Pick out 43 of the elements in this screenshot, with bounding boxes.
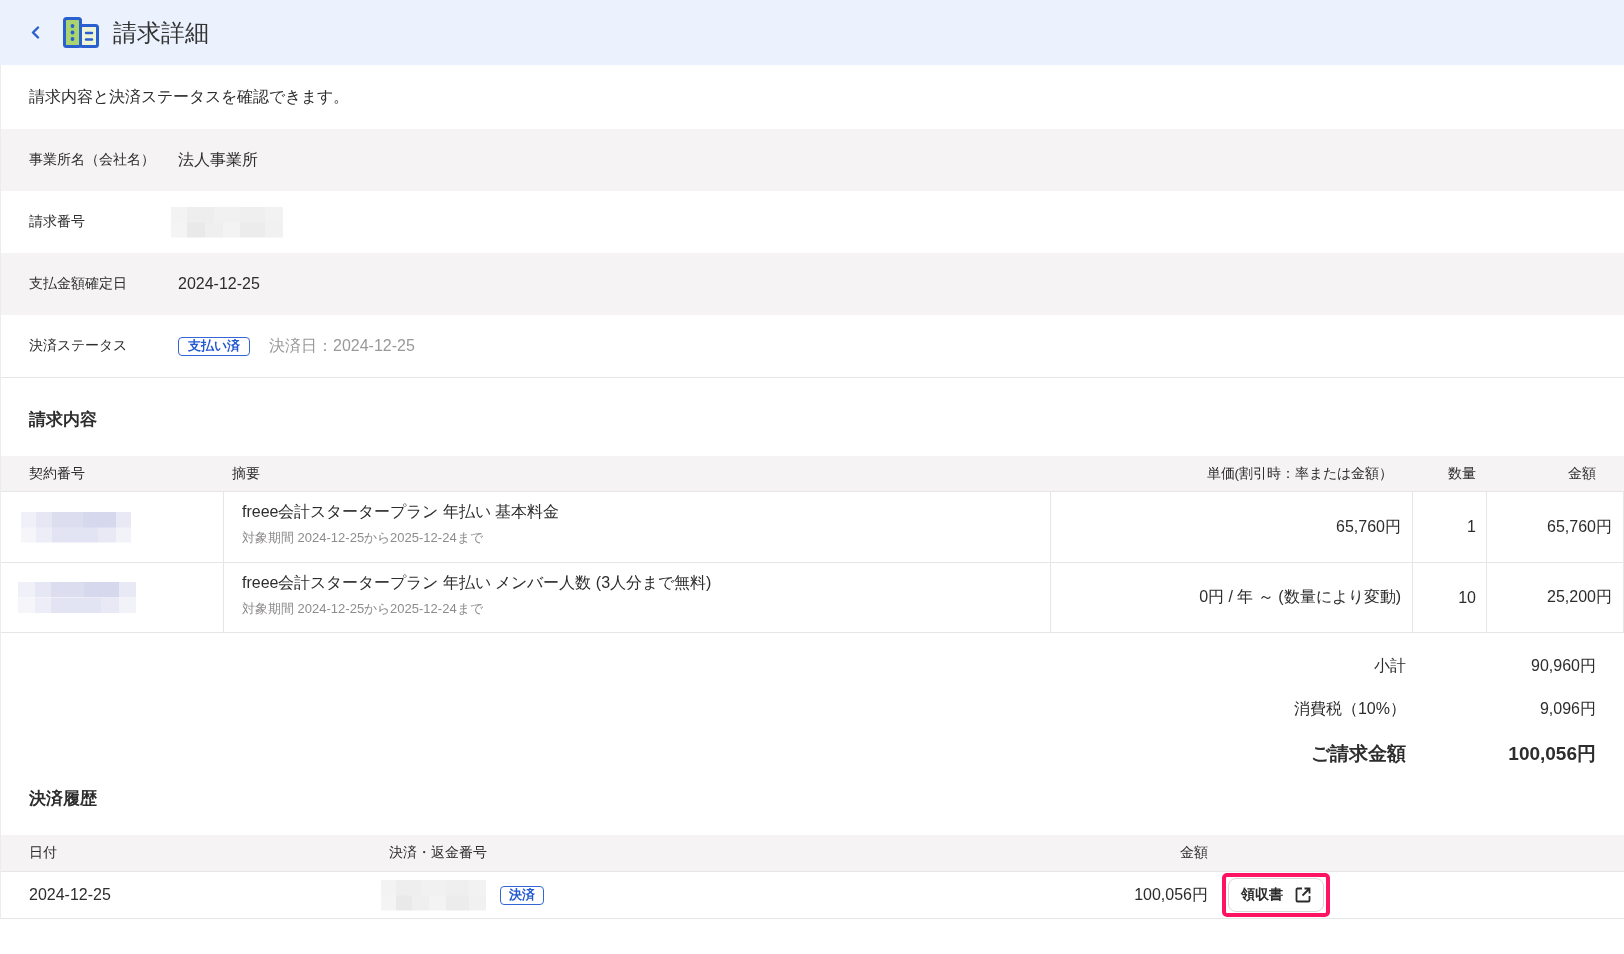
column-header: 金額 (1179, 844, 1208, 862)
column-header: 決済・返金番号 (388, 844, 488, 862)
column-header: 数量 (1447, 464, 1477, 483)
total-value: 9,096円 (1538, 699, 1596, 719)
item-name: freee会計スタータープラン 年払い メンバー人数 (3人分まで無料) (242, 573, 712, 593)
total-label: ご請求金額 (1310, 742, 1406, 766)
period-text: 対象期間 2024-12-25から2025-12-24まで (242, 600, 483, 618)
building-icon (63, 17, 99, 48)
receipt-button[interactable]: 領収書 (1228, 878, 1324, 912)
column-header: 単価(割引時：率または金額） (1205, 464, 1394, 483)
detail-value: 2024-12-25 (178, 275, 260, 293)
chevron-left-icon (31, 26, 40, 39)
total-value: 90,960円 (1530, 656, 1596, 676)
detail-label: 事業所名（会社名） (29, 151, 156, 169)
detail-label: 支払金額確定日 (29, 275, 128, 293)
table-cell: 1 (1467, 518, 1476, 536)
column-header: 摘要 (231, 464, 261, 483)
table-cell: 100,056円 (1134, 885, 1208, 903)
period-text: 対象期間 2024-12-25から2025-12-24まで (242, 529, 483, 547)
status-badge: 支払い済 (178, 336, 250, 356)
column-header: 金額 (1567, 464, 1597, 483)
column-header: 日付 (28, 844, 58, 862)
column-header: 契約番号 (28, 464, 86, 483)
detail-label: 決済ステータス (29, 337, 128, 355)
description-text: 請求内容と決済ステータスを確認できます。 (29, 87, 349, 107)
external-link-icon (1295, 887, 1311, 903)
payment-badge: 決済 (500, 885, 544, 905)
table-cell-text: 25,200円 (1547, 587, 1612, 607)
total-label: 小計 (1373, 656, 1406, 676)
section-title: 請求内容 (29, 409, 98, 431)
payment-date-text: 決済日：2024-12-25 (269, 335, 415, 356)
detail-value: 法人事業所 (178, 149, 258, 170)
table-cell-text: 0円 / 年 ～ (数量により変動) (1199, 587, 1401, 607)
total-label: 消費税（10%） (1292, 699, 1406, 719)
table-cell-text: 65,760円 (1336, 516, 1401, 537)
detail-label: 請求番号 (29, 213, 86, 231)
total-value: 100,056円 (1507, 742, 1596, 766)
section-title: 決済履歴 (29, 788, 98, 810)
item-name: freee会計スタータープラン 年払い 基本料金 (242, 502, 560, 522)
table-cell: 10 (1458, 588, 1476, 607)
table-cell-text: 65,760円 (1547, 516, 1612, 537)
page-title: 請求詳細 (113, 17, 209, 48)
table-cell: 2024-12-25 (29, 886, 111, 903)
